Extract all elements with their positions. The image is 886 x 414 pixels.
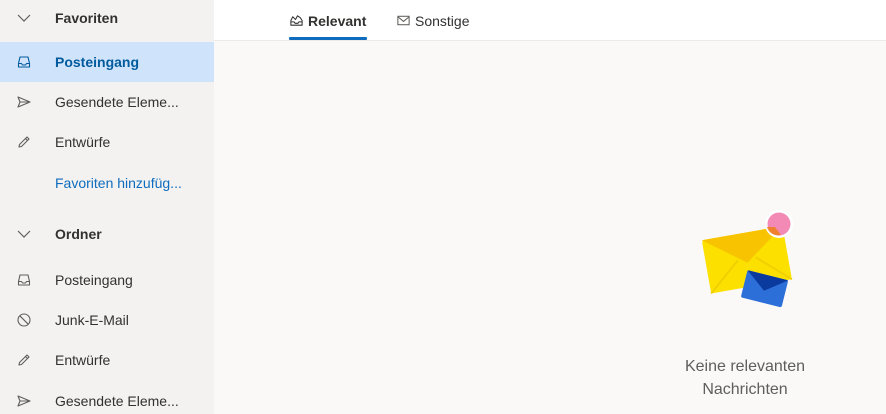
folder-item-label: Gesendete Eleme... xyxy=(55,393,179,409)
blocked-icon xyxy=(17,313,31,327)
empty-state-message: Keine relevanten Nachrichten xyxy=(660,355,830,401)
send-icon xyxy=(17,395,31,407)
chevron-down-icon[interactable] xyxy=(16,226,32,242)
folder-item-drafts[interactable]: Entwürfe xyxy=(0,340,214,380)
favorites-item-drafts[interactable]: Entwürfe xyxy=(0,122,214,162)
folder-item-label: Posteingang xyxy=(55,272,133,288)
folder-item-label: Junk-E-Mail xyxy=(55,312,129,328)
folder-item-label: Entwürfe xyxy=(55,352,111,368)
send-icon xyxy=(17,96,31,108)
favorites-header-label: Favoriten xyxy=(55,10,119,26)
folder-item-inbox[interactable]: Posteingang xyxy=(0,260,214,300)
pencil-icon xyxy=(18,354,30,366)
inbox-tab-bar: Relevant Sonstige xyxy=(214,0,886,41)
tab-label: Sonstige xyxy=(415,12,470,29)
favorites-item-label: Posteingang xyxy=(55,54,140,70)
focused-inbox-icon xyxy=(290,15,303,26)
pencil-icon xyxy=(18,136,30,148)
add-favorite-link[interactable]: Favoriten hinzufüg... xyxy=(0,163,214,203)
favorites-item-label: Gesendete Eleme... xyxy=(55,94,179,110)
folder-item-junk[interactable]: Junk-E-Mail xyxy=(0,300,214,340)
favorites-item-sent[interactable]: Gesendete Eleme... xyxy=(0,82,214,122)
mail-icon xyxy=(397,15,410,26)
tab-sonstige[interactable]: Sonstige xyxy=(396,0,469,41)
empty-state-line2: Nachrichten xyxy=(702,381,788,398)
folders-header[interactable]: Ordner xyxy=(0,216,214,252)
tab-label: Relevant xyxy=(308,12,367,29)
empty-state-line1: Keine relevanten xyxy=(684,358,806,375)
envelopes-illustration xyxy=(701,210,793,308)
add-favorite-label: Favoriten hinzufüg... xyxy=(55,175,182,191)
folder-pane: Favoriten Posteingang Gesendete Eleme...… xyxy=(0,0,214,414)
chevron-down-icon[interactable] xyxy=(16,10,32,26)
inbox-icon xyxy=(17,274,31,286)
tab-relevant[interactable]: Relevant xyxy=(289,0,367,41)
active-tab-indicator xyxy=(289,37,367,40)
favorites-header[interactable]: Favoriten xyxy=(0,0,214,36)
folders-header-label: Ordner xyxy=(55,226,102,242)
folder-item-sent[interactable]: Gesendete Eleme... xyxy=(0,381,214,414)
favorites-item-inbox[interactable]: Posteingang xyxy=(0,42,214,82)
inbox-icon xyxy=(17,56,31,68)
favorites-item-label: Entwürfe xyxy=(55,134,111,150)
